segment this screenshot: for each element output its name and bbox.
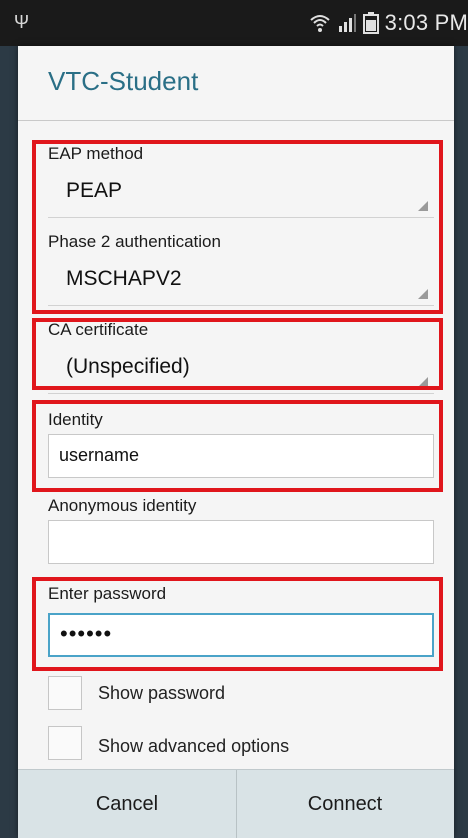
identity-label: Identity — [48, 410, 103, 429]
identity-value: username — [59, 445, 140, 465]
ca-certificate-label: CA certificate — [48, 320, 149, 339]
status-time: 3:03 PM — [384, 10, 468, 35]
usb-icon: Ψ — [14, 12, 30, 32]
battery-icon — [362, 12, 379, 34]
status-icons: 3:03 PM — [309, 10, 468, 36]
ca-certificate-value: (Unspecified) — [66, 355, 190, 378]
cancel-button[interactable]: Cancel — [18, 770, 236, 838]
connect-button[interactable]: Connect — [236, 770, 454, 838]
title-divider — [18, 120, 454, 121]
identity-input[interactable]: username — [48, 434, 434, 478]
button-bar: Cancel Connect — [18, 769, 454, 838]
show-password-label[interactable]: Show password — [98, 683, 225, 704]
wifi-connect-dialog: VTC-Student EAP method PEAP Phase 2 auth… — [18, 46, 454, 838]
phase2-value: MSCHAPV2 — [66, 267, 182, 290]
phase2-label: Phase 2 authentication — [48, 232, 221, 251]
eap-method-value: PEAP — [66, 179, 123, 202]
show-advanced-label[interactable]: Show advanced options — [98, 736, 289, 757]
anonymous-identity-input[interactable] — [48, 520, 434, 564]
eap-method-label: EAP method — [48, 144, 144, 163]
show-advanced-checkbox[interactable] — [48, 726, 82, 760]
password-input[interactable]: •••••• — [48, 613, 434, 657]
wifi-icon — [309, 12, 331, 34]
ca-certificate-select[interactable]: (Unspecified) — [48, 344, 434, 394]
phase2-select[interactable]: MSCHAPV2 — [48, 256, 434, 306]
password-label: Enter password — [48, 584, 167, 603]
dropdown-icon — [418, 377, 428, 387]
eap-method-select[interactable]: PEAP — [48, 168, 434, 218]
password-value: •••••• — [60, 621, 113, 646]
dropdown-icon — [418, 289, 428, 299]
dialog-title: VTC-Student — [48, 66, 199, 96]
signal-icon — [337, 13, 357, 33]
dropdown-icon — [418, 201, 428, 211]
show-password-checkbox[interactable] — [48, 676, 82, 710]
status-bar: Ψ 3:03 PM — [0, 0, 468, 46]
anonymous-identity-label: Anonymous identity — [48, 496, 197, 515]
